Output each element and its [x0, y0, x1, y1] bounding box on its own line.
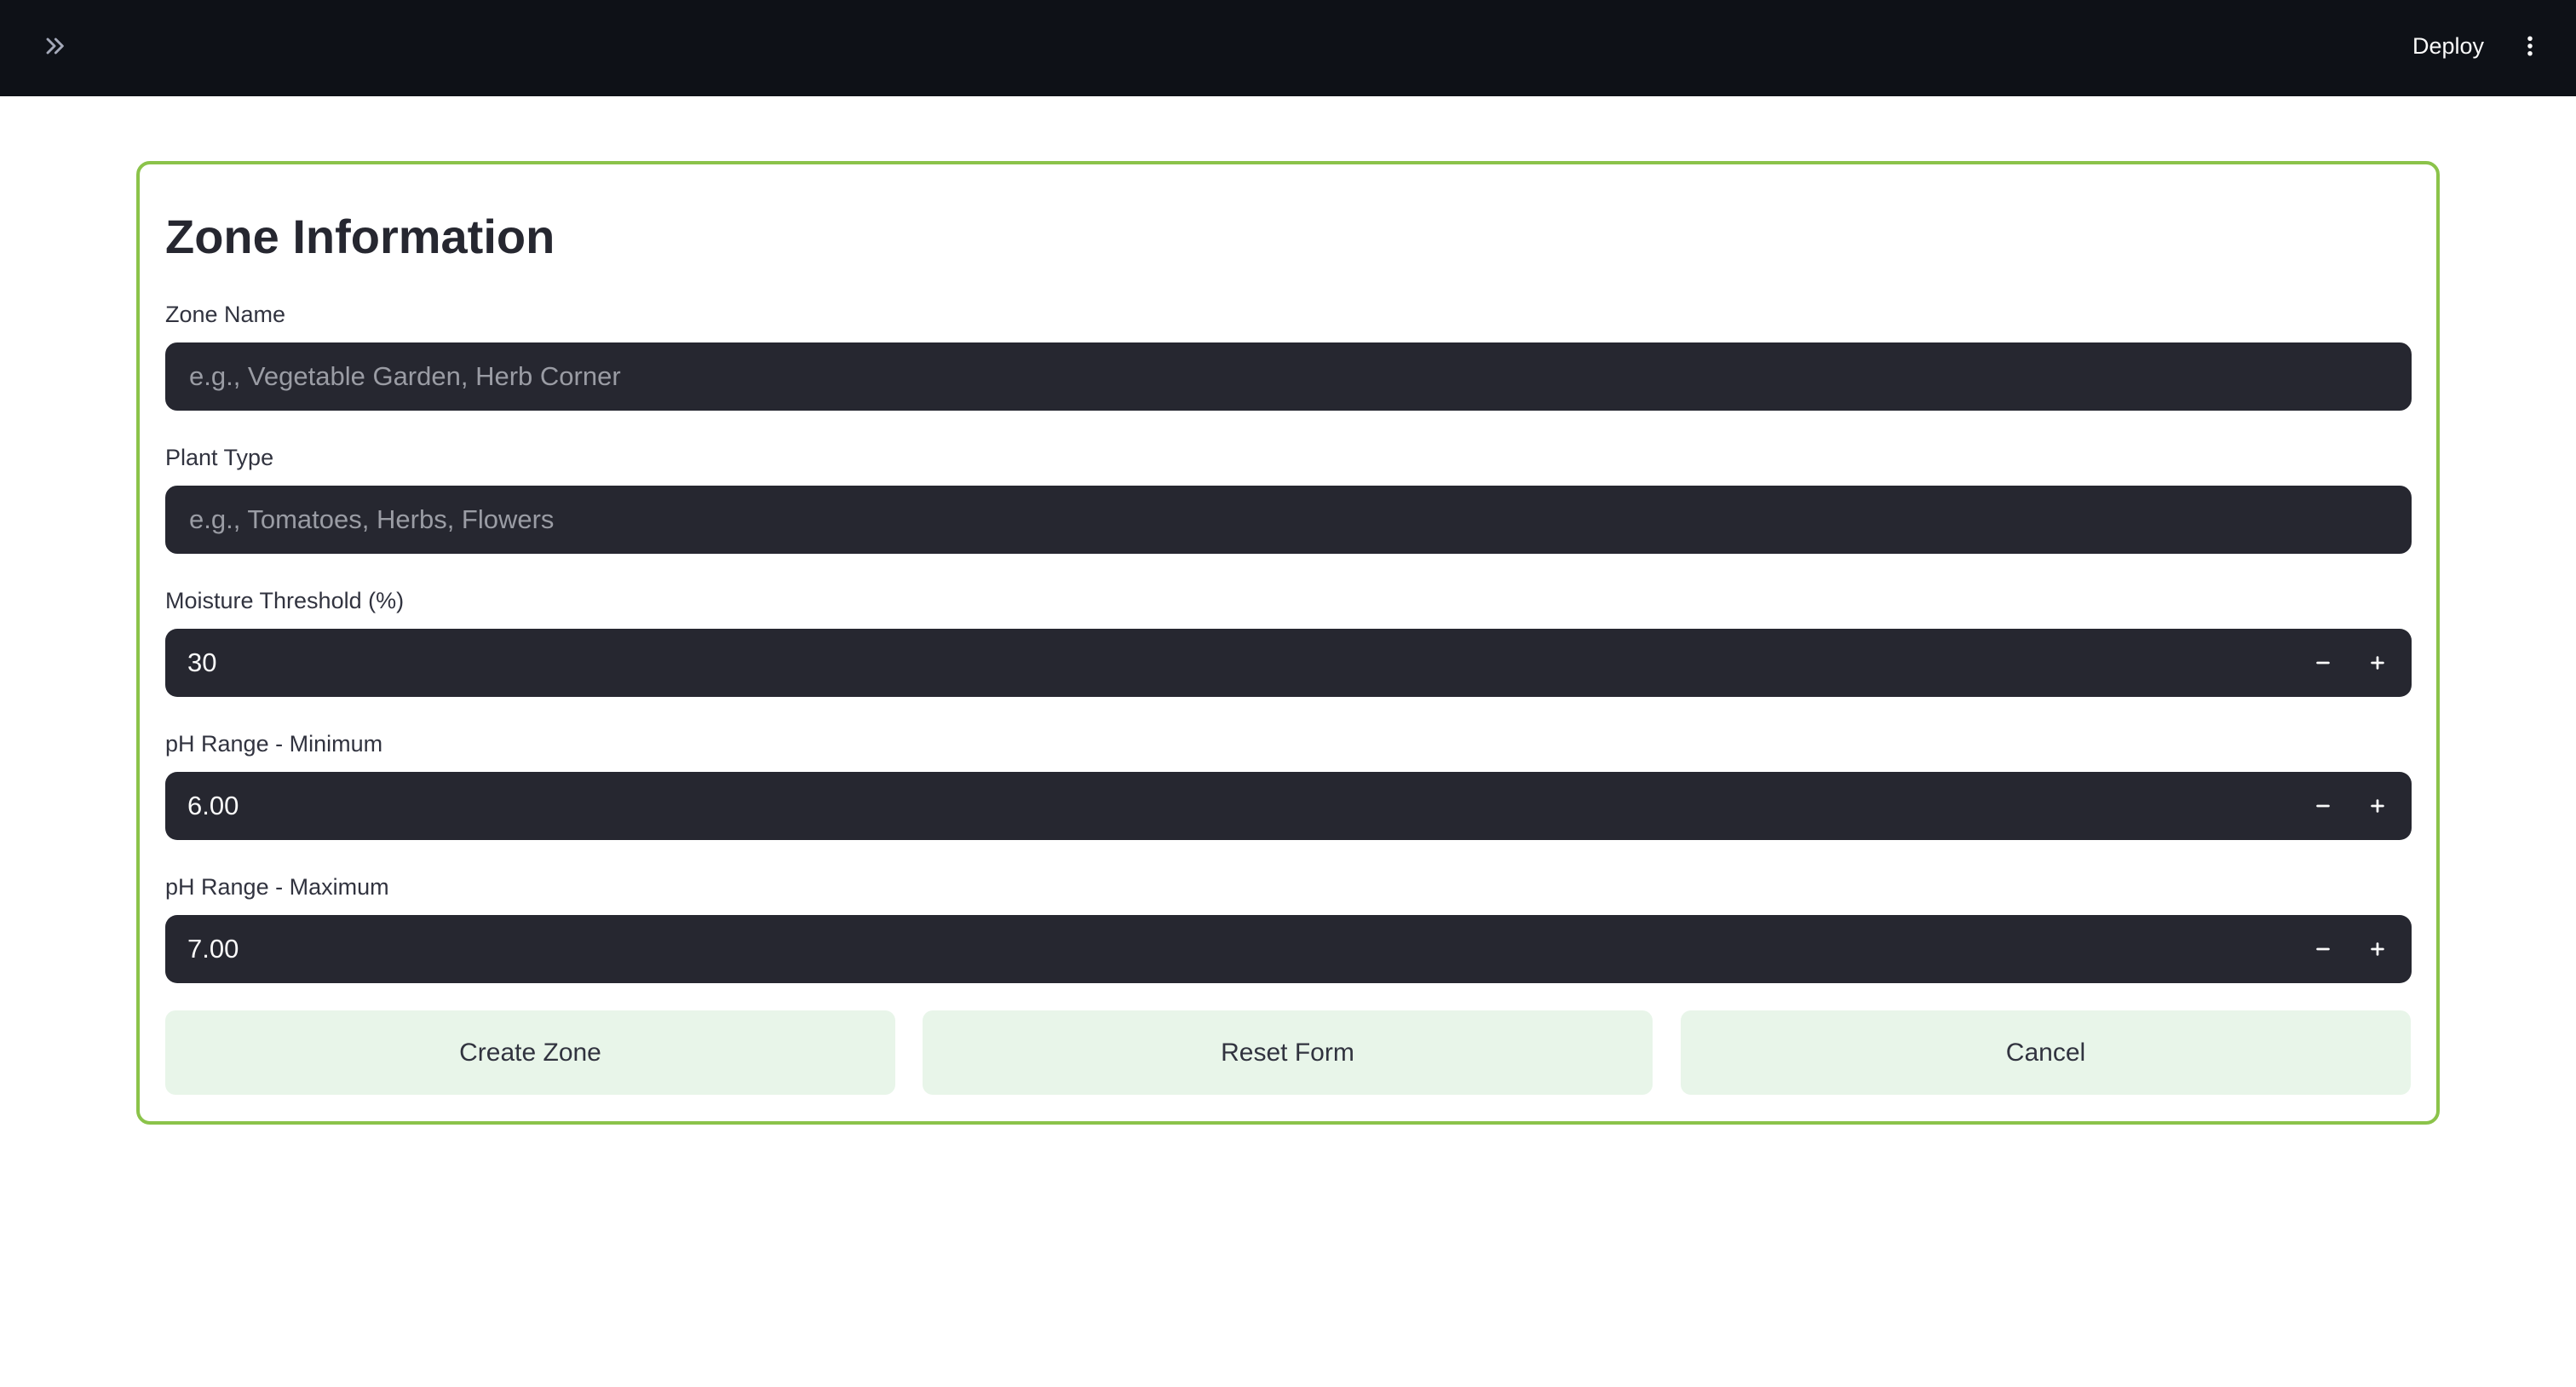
ph-min-input[interactable]: [165, 772, 2278, 840]
ph-max-field: [165, 915, 2412, 983]
moisture-threshold-field: [165, 629, 2412, 697]
ph-max-label: pH Range - Maximum: [165, 874, 389, 900]
reset-form-button[interactable]: Reset Form: [923, 1010, 1653, 1095]
ph-max-decrement-button[interactable]: [2297, 924, 2349, 975]
deploy-button[interactable]: Deploy: [2397, 24, 2499, 68]
ph-min-decrement-button[interactable]: [2297, 780, 2349, 832]
ph-min-increment-button[interactable]: [2352, 780, 2403, 832]
more-vertical-icon: [2527, 36, 2533, 56]
plus-icon: [2371, 942, 2384, 956]
minus-icon: [2316, 947, 2330, 951]
create-zone-button[interactable]: Create Zone: [165, 1010, 895, 1095]
ph-min-field: [165, 772, 2412, 840]
minus-icon: [2316, 661, 2330, 665]
plant-type-input[interactable]: [165, 486, 2412, 554]
plant-type-label: Plant Type: [165, 445, 274, 470]
zone-name-input[interactable]: [165, 342, 2412, 411]
sidebar-toggle-button[interactable]: [31, 22, 78, 70]
ph-max-increment-button[interactable]: [2352, 924, 2403, 975]
moisture-threshold-label: Moisture Threshold (%): [165, 588, 405, 613]
ph-max-input[interactable]: [165, 915, 2278, 983]
zone-name-label: Zone Name: [165, 302, 286, 327]
plus-icon: [2371, 656, 2384, 670]
moisture-increment-button[interactable]: [2352, 637, 2403, 688]
app-header: Deploy: [0, 0, 2576, 96]
minus-icon: [2316, 804, 2330, 808]
plus-icon: [2371, 799, 2384, 813]
chevrons-right-icon: [46, 37, 64, 55]
moisture-decrement-button[interactable]: [2297, 637, 2349, 688]
ph-min-label: pH Range - Minimum: [165, 731, 383, 757]
cancel-button[interactable]: Cancel: [1681, 1010, 2411, 1095]
form-title: Zone Information: [165, 210, 555, 263]
main-menu-button[interactable]: [2506, 22, 2554, 70]
moisture-threshold-input[interactable]: [165, 629, 2278, 697]
